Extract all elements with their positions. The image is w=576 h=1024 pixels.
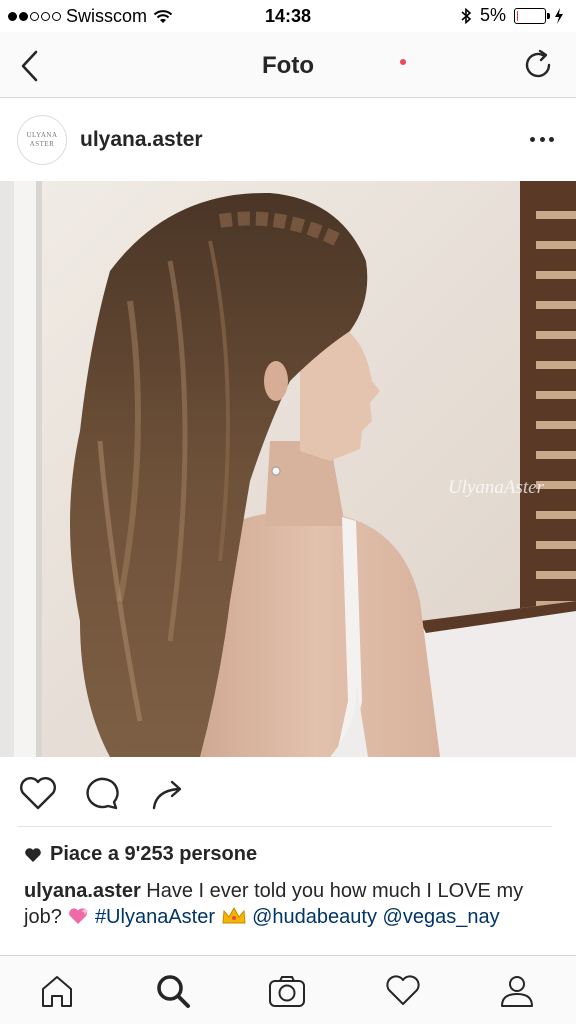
charging-icon <box>555 7 563 24</box>
likes-text: Piace a 9'253 persone <box>50 843 258 865</box>
post-header: ULYANA ASTER ulyana.aster <box>0 99 576 181</box>
caption-hashtag[interactable]: #UlyanaAster <box>95 906 215 928</box>
tab-bar <box>0 955 576 1024</box>
likes-count[interactable]: Piace a 9'253 persone <box>24 843 257 866</box>
sparkling-heart-emoji-icon <box>69 907 90 924</box>
photo-watermark: UlyanaAster <box>447 477 544 498</box>
more-dot <box>539 136 545 142</box>
page-title: Foto <box>262 52 314 79</box>
battery-percent: 5% <box>479 5 506 25</box>
tab-camera[interactable] <box>268 972 306 1010</box>
like-button[interactable] <box>18 775 58 811</box>
notification-dot <box>400 59 406 65</box>
comment-icon <box>86 777 119 810</box>
crown-emoji-icon <box>222 906 246 924</box>
bluetooth-icon <box>461 7 472 24</box>
activity-heart-icon <box>386 975 420 1005</box>
camera-icon <box>269 976 305 1007</box>
tab-home[interactable] <box>38 972 76 1010</box>
share-button[interactable] <box>148 775 188 811</box>
tab-search[interactable] <box>154 972 192 1010</box>
comment-button[interactable] <box>82 775 122 811</box>
status-bar: Swisscom 14:38 5% <box>0 0 576 32</box>
avatar-logo-text: ULYANA <box>26 131 58 139</box>
home-icon <box>42 976 72 1007</box>
divider <box>18 826 552 827</box>
avatar-logo-text: ASTER <box>29 140 55 148</box>
tab-activity[interactable] <box>384 972 422 1010</box>
share-icon <box>152 780 182 810</box>
heart-outline-icon <box>20 777 56 810</box>
navigation-bar: Foto <box>0 32 576 98</box>
battery-icon <box>514 7 550 24</box>
profile-icon <box>501 976 533 1007</box>
status-right: 5% <box>460 5 564 26</box>
avatar[interactable]: ULYANA ASTER <box>17 115 67 165</box>
post-caption: ulyana.aster Have I ever told you how mu… <box>24 878 554 930</box>
more-dot <box>549 136 554 142</box>
post-username[interactable]: ulyana.aster <box>80 128 203 152</box>
photo-illustration <box>0 181 576 757</box>
refresh-button[interactable] <box>522 48 556 82</box>
post-photo[interactable]: UlyanaAster <box>0 181 576 757</box>
more-options-button[interactable] <box>530 129 554 149</box>
caption-mention[interactable]: @vegas_nay <box>383 906 500 928</box>
search-icon <box>157 975 190 1008</box>
caption-mention[interactable]: @hudabeauty <box>252 906 377 928</box>
battery-level <box>517 10 519 21</box>
tab-profile[interactable] <box>498 972 536 1010</box>
caption-username[interactable]: ulyana.aster <box>24 880 141 902</box>
refresh-icon <box>525 49 551 78</box>
more-dot <box>530 136 535 142</box>
post-actions <box>0 757 576 827</box>
heart-filled-icon <box>25 847 41 862</box>
